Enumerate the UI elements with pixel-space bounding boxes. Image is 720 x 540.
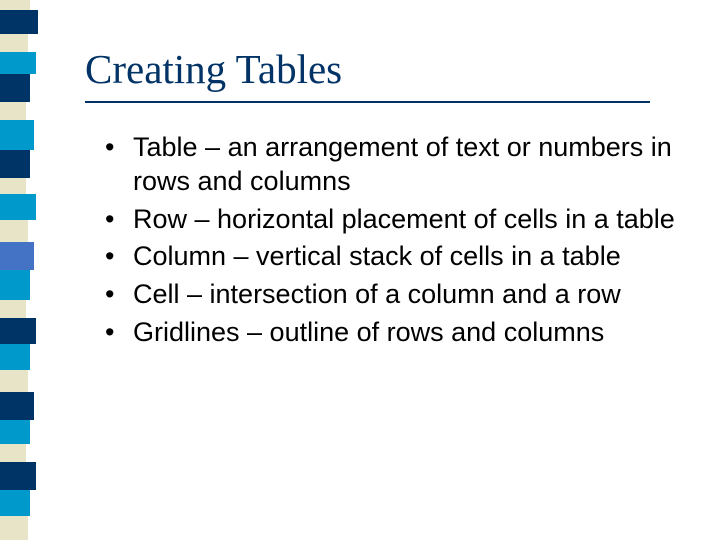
stripe-segment: [0, 370, 28, 392]
bullet-item: Column – vertical stack of cells in a ta…: [105, 240, 690, 274]
stripe-segment: [0, 242, 34, 270]
stripe-segment: [0, 300, 26, 318]
bullet-item: Row – horizontal placement of cells in a…: [105, 203, 690, 237]
stripe-segment: [0, 102, 26, 120]
stripe-segment: [0, 270, 30, 300]
bullet-list: Table – an arrangement of text or number…: [85, 131, 690, 350]
stripe-segment: [0, 516, 28, 540]
stripe-segment: [0, 34, 28, 52]
stripe-segment: [0, 392, 34, 420]
stripe-segment: [0, 52, 36, 74]
stripe-segment: [0, 150, 30, 178]
stripe-segment: [0, 178, 26, 194]
stripe-segment: [0, 420, 30, 444]
stripe-segment: [0, 318, 36, 344]
stripe-segment: [0, 462, 36, 490]
bullet-item: Cell – intersection of a column and a ro…: [105, 278, 690, 312]
bullet-item: Table – an arrangement of text or number…: [105, 131, 690, 199]
stripe-segment: [0, 194, 36, 220]
stripe-segment: [0, 444, 26, 462]
stripe-segment: [0, 344, 30, 370]
stripe-segment: [0, 0, 30, 10]
slide-content: Creating Tables Table – an arrangement o…: [85, 45, 690, 354]
stripe-segment: [0, 490, 30, 516]
slide-title: Creating Tables: [85, 45, 690, 93]
stripe-segment: [0, 120, 34, 150]
stripe-segment: [0, 220, 28, 242]
title-underline: [85, 101, 650, 103]
bullet-item: Gridlines – outline of rows and columns: [105, 316, 690, 350]
left-stripe-decoration: [0, 0, 40, 540]
stripe-segment: [0, 74, 30, 102]
stripe-segment: [0, 10, 38, 34]
